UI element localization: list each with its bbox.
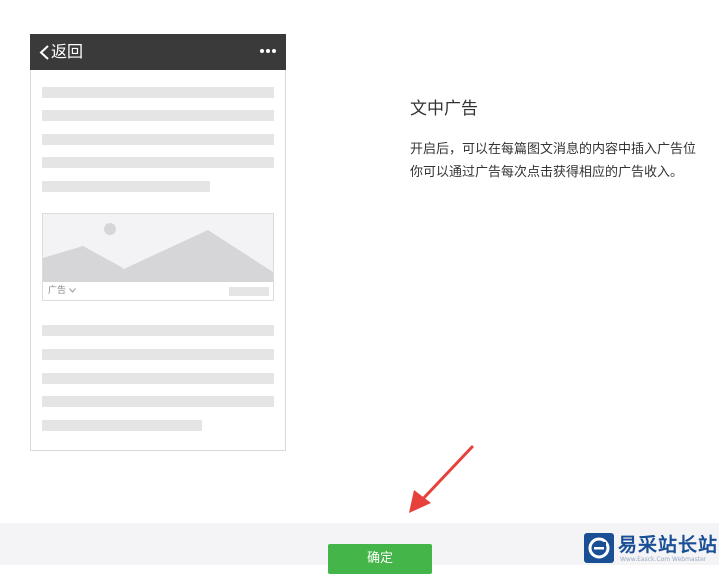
ad-placeholder-bar	[229, 287, 269, 296]
placeholder-text-line	[42, 134, 274, 145]
more-dots-icon[interactable]	[259, 48, 277, 54]
description-line-2: 你可以通过广告每次点击获得相应的广告收入。	[410, 165, 684, 180]
watermark-subtitle: Www.Easck.Com Webmaster	[620, 556, 707, 563]
feature-title: 文中广告	[410, 99, 478, 119]
article-preview-phone: 返回 广告	[30, 34, 286, 451]
chevron-down-icon	[69, 288, 76, 293]
red-arrow-annotation	[409, 445, 474, 513]
ad-label: 广告	[48, 286, 67, 296]
placeholder-text-line	[42, 349, 274, 360]
placeholder-text-line	[42, 110, 274, 121]
placeholder-text-line	[42, 157, 274, 168]
feature-description: 开启后，可以在每篇图文消息的内容中插入广告位 你可以通过广告每次点击获得相应的广…	[410, 138, 719, 184]
placeholder-text-line	[42, 373, 274, 384]
landscape-image-icon	[43, 214, 273, 282]
placeholder-text-line	[42, 420, 202, 431]
watermark-name: 易采站长站	[618, 534, 719, 556]
confirm-button[interactable]: 确定	[328, 544, 432, 574]
description-line-1: 开启后，可以在每篇图文消息的内容中插入广告位	[410, 142, 697, 157]
placeholder-text-line	[42, 181, 210, 192]
chevron-left-icon[interactable]	[39, 45, 50, 60]
footer-bar: 确定 易采站长站 Www.Easck.Com Webmaster	[0, 523, 719, 574]
ad-slot-preview: 广告	[42, 213, 274, 301]
placeholder-text-line	[42, 325, 274, 336]
placeholder-text-line	[42, 396, 274, 407]
back-label[interactable]: 返回	[51, 42, 83, 62]
placeholder-text-line	[42, 87, 274, 98]
site-logo-icon	[584, 533, 614, 563]
phone-nav-bar: 返回	[30, 34, 286, 70]
